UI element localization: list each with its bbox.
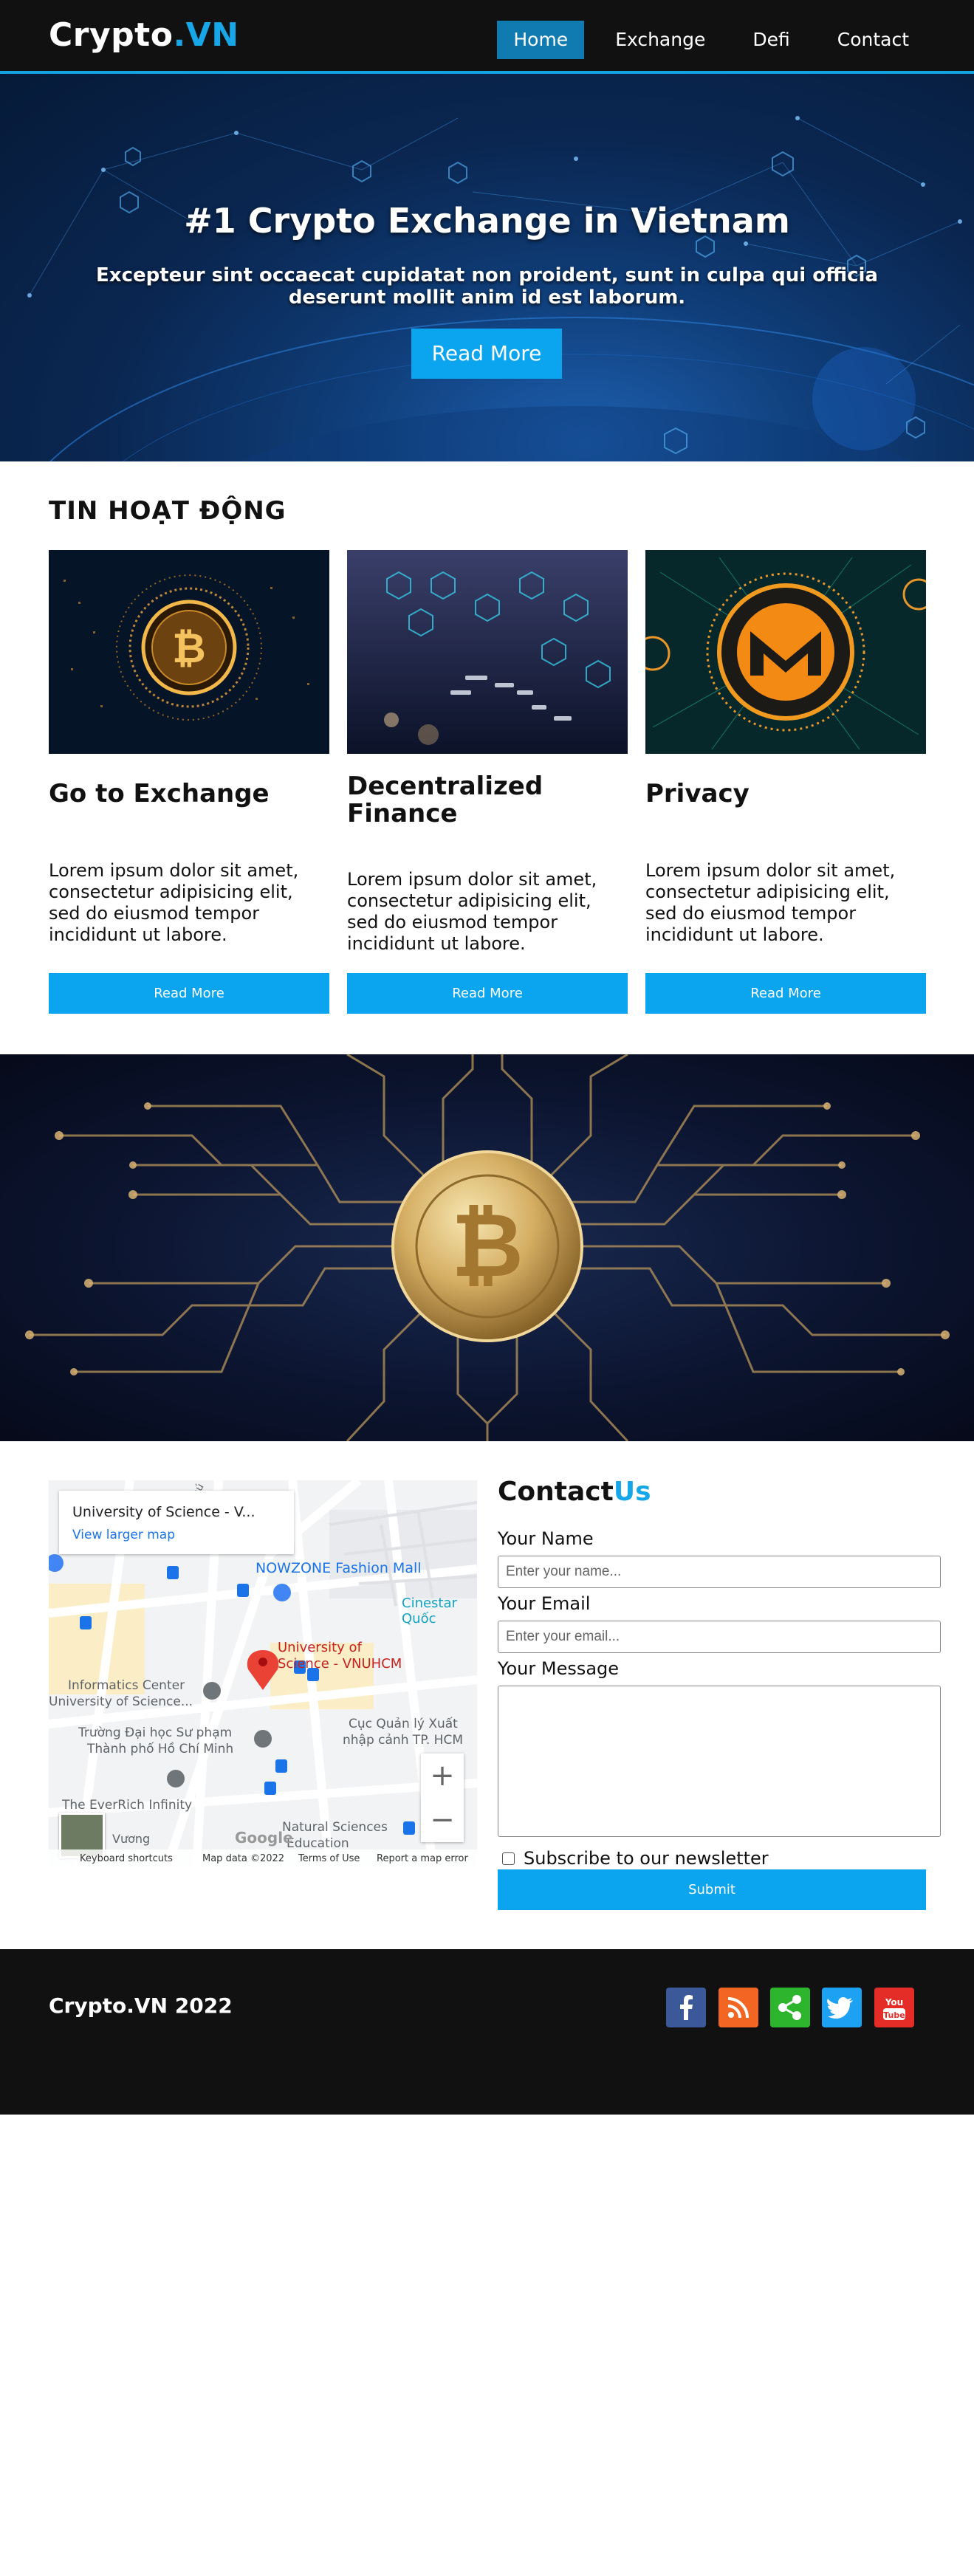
- nav-menu: Home Exchange Defi Contact: [482, 21, 925, 59]
- footer-brand: Crypto.VN 2022: [49, 1993, 233, 2018]
- contact-title-accent: Us: [613, 1477, 651, 1507]
- subscribe-row: Subscribe to our newsletter: [502, 1848, 769, 1869]
- nav-defi[interactable]: Defi: [736, 21, 806, 59]
- activity-card-exchange: ₿ Go to Exchange Lorem ipsum dolor sit a…: [49, 550, 329, 1014]
- contact-title: ContactUs: [498, 1477, 651, 1507]
- subscribe-label: Subscribe to our newsletter: [524, 1848, 769, 1869]
- keyboard-shortcuts-link[interactable]: Keyboard shortcuts: [80, 1853, 173, 1864]
- map-label-informatics: Informatics Center: [68, 1678, 185, 1693]
- card-text-exchange: Lorem ipsum dolor sit amet, consectetur …: [49, 860, 299, 945]
- map-label-university-1: University of: [278, 1640, 362, 1655]
- map-label-thanhpho: Thành phố Hồ Chí Minh: [87, 1742, 234, 1756]
- email-input[interactable]: [498, 1621, 941, 1653]
- defi-circuit-image: [347, 550, 628, 754]
- terms-of-use-link[interactable]: Terms of Use: [298, 1853, 360, 1864]
- map-label-education: Education: [287, 1836, 349, 1851]
- zoom-in-button[interactable]: +: [421, 1754, 464, 1798]
- card-text-privacy: Lorem ipsum dolor sit amet, consectetur …: [645, 860, 896, 945]
- monero-image: [645, 550, 926, 754]
- top-navbar: Crypto.VN Home Exchange Defi Contact: [0, 0, 974, 74]
- map-label-nhapcanh: nhập cảnh TP. HCM: [343, 1733, 463, 1748]
- activity-card-defi: Decentralized Finance Lorem ipsum dolor …: [347, 550, 628, 1014]
- nav-exchange[interactable]: Exchange: [599, 21, 721, 59]
- map-label-vuong: Vương: [112, 1832, 151, 1846]
- map-label-cinestar: Cinestar Quốc: [402, 1596, 457, 1627]
- youtube-icon[interactable]: You Tube: [874, 1988, 914, 2027]
- site-footer: Crypto.VN 2022 You Tube: [0, 1949, 974, 2115]
- message-label: Your Message: [498, 1658, 620, 1679]
- bitcoin-circuit-banner: ₿: [0, 1054, 974, 1441]
- logo-accent: .VN: [173, 16, 239, 54]
- map-label-nowzone: NOWZONE Fashion Mall: [255, 1560, 422, 1576]
- site-logo[interactable]: Crypto.VN: [49, 16, 239, 54]
- map-footer-bar: Keyboard shortcuts Map data ©2022 Terms …: [49, 1849, 477, 1867]
- share-icon[interactable]: [770, 1988, 810, 2027]
- nav-home[interactable]: Home: [497, 21, 585, 59]
- card-read-more-defi[interactable]: Read More: [347, 973, 628, 1014]
- hero-description: Excepteur sint occaecat cupidatat non pr…: [96, 264, 878, 309]
- activity-card-privacy: Privacy Lorem ipsum dolor sit amet, cons…: [645, 550, 926, 1014]
- twitter-icon[interactable]: [822, 1988, 862, 2027]
- map-label-truong: Trường Đại học Sư phạm: [78, 1725, 233, 1740]
- email-label: Your Email: [498, 1593, 591, 1614]
- submit-button[interactable]: Submit: [498, 1869, 926, 1910]
- map-data-text: Map data ©2022: [202, 1853, 285, 1864]
- map-label-everrich: The EverRich Infinity: [62, 1798, 193, 1813]
- contact-title-main: Contact: [498, 1477, 614, 1507]
- report-map-error-link[interactable]: Report a map error: [377, 1853, 468, 1864]
- card-read-more-exchange[interactable]: Read More: [49, 973, 329, 1014]
- svg-text:₿: ₿: [172, 625, 206, 673]
- activity-section-title: TIN HOẠT ĐỘNG: [49, 496, 287, 526]
- google-logo: Google: [235, 1829, 293, 1847]
- map-zoom-controls: + −: [421, 1754, 464, 1842]
- map-label-natural-sciences: Natural Sciences: [282, 1820, 388, 1835]
- svg-text:You: You: [885, 1997, 903, 2007]
- subscribe-checkbox[interactable]: [502, 1852, 515, 1865]
- zoom-out-button[interactable]: −: [421, 1798, 464, 1842]
- map-place-name: University of Science - V...: [72, 1504, 255, 1520]
- hero-title: #1 Crypto Exchange in Vietnam: [184, 201, 790, 241]
- card-title-exchange: Go to Exchange: [49, 779, 270, 808]
- facebook-icon[interactable]: [666, 1988, 706, 2027]
- map-label-university-short: University of Science...: [49, 1694, 193, 1709]
- svg-text:₿: ₿: [451, 1195, 524, 1297]
- bitcoin-image: ₿: [49, 550, 329, 754]
- map-info-card: University of Science - V... View larger…: [59, 1491, 294, 1554]
- svg-text:Tube: Tube: [883, 2010, 905, 2020]
- name-input[interactable]: [498, 1556, 941, 1588]
- rss-icon[interactable]: [719, 1988, 758, 2027]
- map-label-university-2: Science - VNUHCM: [278, 1656, 402, 1672]
- card-text-defi: Lorem ipsum dolor sit amet, consectetur …: [347, 869, 597, 954]
- nav-contact[interactable]: Contact: [821, 21, 925, 59]
- view-larger-map-link[interactable]: View larger map: [72, 1528, 175, 1542]
- hero-read-more-button[interactable]: Read More: [411, 329, 562, 379]
- google-map-embed[interactable]: Trần Phú NOWZONE Fashion Mall Cinestar Q…: [49, 1480, 477, 1867]
- name-label: Your Name: [498, 1528, 594, 1549]
- hero-banner: #1 Crypto Exchange in Vietnam Excepteur …: [0, 74, 974, 461]
- card-read-more-privacy[interactable]: Read More: [645, 973, 926, 1014]
- card-title-privacy: Privacy: [645, 779, 750, 808]
- map-label-cucquanly: Cục Quản lý Xuất: [349, 1717, 458, 1731]
- message-textarea[interactable]: [498, 1686, 941, 1837]
- card-title-defi: Decentralized Finance: [347, 772, 543, 828]
- logo-text: Crypto: [49, 16, 174, 54]
